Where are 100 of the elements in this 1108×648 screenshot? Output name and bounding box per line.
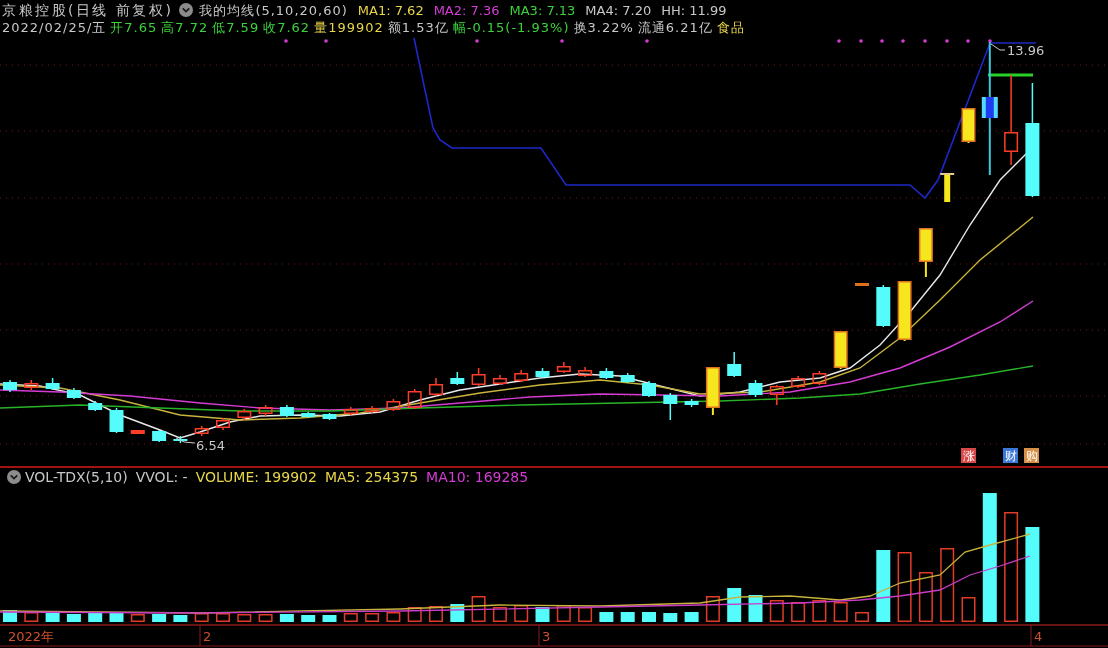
volume-bar: [876, 550, 891, 622]
volume-bar: [578, 607, 593, 622]
leader-line: [990, 43, 1006, 51]
indicator-name: 我的均线(5,10,20,60): [199, 3, 348, 17]
volume-bar: [961, 597, 976, 622]
volume-bar: [599, 612, 614, 622]
volume-bar: [152, 614, 167, 622]
quote-field: 收7.62: [263, 20, 311, 34]
volume-bar: [705, 596, 720, 622]
volume-bar: [386, 612, 401, 622]
signal-dot: [284, 39, 288, 43]
candlestick: [3, 379, 17, 393]
candlestick: [855, 283, 869, 286]
volume-bar: [663, 613, 678, 622]
candlestick: [130, 430, 145, 434]
volume-bar: [130, 614, 145, 622]
volume-bar: [279, 614, 294, 622]
candlestick: [599, 367, 614, 380]
volume-bar: [492, 607, 507, 622]
indicator-value: VOLUME: 199902: [195, 470, 317, 484]
indicator-value: MA10: 169285: [426, 470, 529, 484]
volume-bar: [322, 615, 337, 622]
signal-dot: [966, 39, 970, 43]
candlestick: [407, 388, 422, 410]
volume-bar: [620, 612, 635, 622]
volume-bar: [556, 605, 571, 622]
event-marker[interactable]: 涨: [961, 448, 976, 463]
indicator-value: MA3: 7.13: [509, 3, 576, 17]
axis-label: 3: [542, 629, 551, 644]
candlestick: [194, 425, 209, 437]
candlestick: [663, 392, 678, 421]
signal-dot: [475, 39, 479, 43]
indicator-value: MA1: 7.62: [357, 3, 424, 17]
volume-bar: [684, 612, 699, 622]
volume-bar: [642, 612, 656, 622]
event-marker[interactable]: 财: [1003, 448, 1018, 463]
volume-bar: [791, 602, 806, 622]
volume-bar: [258, 614, 273, 622]
candlestick: [939, 173, 956, 202]
stock-title: 京粮控股(日线 前复权): [2, 3, 174, 17]
volume-bar: [109, 612, 124, 622]
volume-bar: [194, 613, 209, 622]
signal-dot: [923, 39, 927, 43]
price-label: 13.96: [1007, 43, 1045, 58]
volume-bar: [24, 612, 39, 622]
candlestick: [492, 374, 507, 386]
quote-field: 食品: [716, 20, 745, 34]
signal-dot: [859, 39, 863, 43]
chevron-down-icon[interactable]: [7, 470, 21, 484]
volume-bar: [514, 605, 529, 622]
quote-field: 开7.65: [110, 20, 158, 34]
chevron-down-icon[interactable]: [179, 3, 194, 17]
candlestick: [429, 377, 443, 397]
candlestick: [471, 367, 486, 387]
signal-dot: [880, 39, 884, 43]
volume-bar: [301, 615, 316, 622]
candlestick: [343, 406, 358, 416]
indicator-value: MA2: 7.36: [433, 3, 500, 17]
volume-bar: [45, 611, 60, 622]
price-label: 6.54: [196, 438, 225, 453]
indicator-value: MA4: 7.20: [585, 3, 652, 17]
candlestick: [727, 351, 742, 378]
signal-dot: [645, 39, 649, 43]
candlestick: [769, 384, 784, 406]
quote-field: 流通6.21亿: [637, 20, 713, 34]
candlestick: [535, 367, 550, 379]
volume-bar: [66, 614, 81, 622]
volume-bar: [407, 607, 422, 622]
quote-date: 2022/02/25/五: [2, 20, 107, 34]
volume-bar: [471, 596, 486, 622]
candlestick: [152, 429, 167, 443]
candlestick: [642, 380, 656, 398]
candlestick: [322, 412, 337, 421]
candlestick: [897, 281, 912, 342]
candlestick: [578, 366, 593, 378]
volume-bar: [897, 552, 912, 622]
candlestick: [791, 375, 806, 389]
volume-bar: [535, 607, 550, 622]
signal-dot: [560, 39, 564, 43]
candlestick: [24, 379, 39, 391]
candlestick: [109, 407, 124, 434]
candlestick: [279, 404, 294, 418]
leader-line: [175, 437, 196, 444]
indicator-value: VVOL: -: [135, 470, 188, 484]
volume-bar: [365, 613, 380, 622]
volume-bar: [429, 606, 443, 622]
candlestick: [88, 400, 103, 412]
candlestick: [961, 108, 976, 144]
candlestick: [258, 404, 273, 417]
volume-bar: [727, 588, 742, 622]
indicator-value: MA5: 254375: [324, 470, 419, 484]
signal-dot: [988, 39, 992, 43]
volume-bar: [918, 572, 933, 622]
candlestick: [556, 361, 571, 374]
candlestick: [237, 408, 252, 421]
volume-bar: [237, 614, 252, 622]
volume-bar: [88, 613, 103, 622]
candlestick: [301, 411, 316, 419]
quote-field: 额1.53亿: [387, 20, 449, 34]
event-marker[interactable]: 购: [1024, 448, 1039, 463]
